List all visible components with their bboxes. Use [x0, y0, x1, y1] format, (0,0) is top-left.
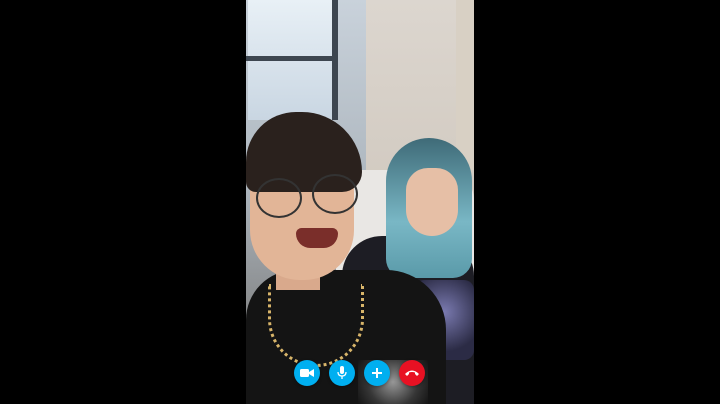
hang-up-icon	[405, 370, 419, 376]
video-toggle-button[interactable]	[294, 360, 320, 386]
video-camera-icon	[300, 369, 314, 377]
glasses-lens-left	[256, 178, 302, 218]
microphone-icon	[337, 366, 347, 379]
door-edge	[456, 0, 474, 170]
microphone-toggle-button[interactable]	[329, 360, 355, 386]
call-controls-bar	[294, 360, 426, 386]
window-frame	[246, 56, 336, 61]
glasses-lens-right	[312, 174, 358, 214]
video-call-feed	[246, 0, 474, 404]
add-participant-button[interactable]	[364, 360, 390, 386]
participant-2-face	[406, 168, 458, 236]
participant-1-mouth	[296, 228, 338, 248]
end-call-button[interactable]	[399, 360, 425, 386]
plus-icon	[372, 368, 382, 378]
